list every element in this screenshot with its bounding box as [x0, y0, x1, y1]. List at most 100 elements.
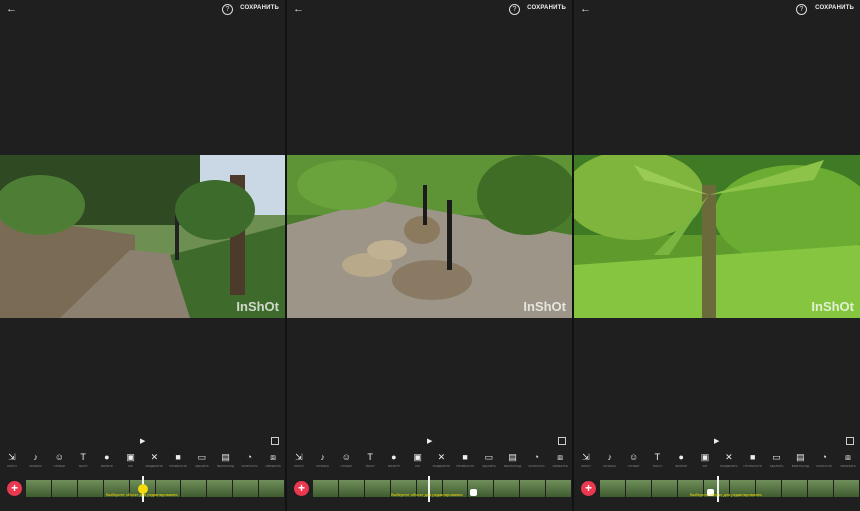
clip-thumbnail[interactable] — [207, 480, 233, 497]
clip-thumbnail[interactable] — [364, 480, 390, 497]
tool-delete[interactable]: ▭ УДАЛИТЬ — [477, 452, 501, 474]
tool-music[interactable]: ♪ МУЗЫКА — [311, 452, 335, 474]
clip-thumbnail[interactable] — [546, 480, 572, 497]
playhead-cursor[interactable] — [717, 476, 719, 502]
tool-split[interactable]: ✕ РАЗДЕЛИТЬ — [143, 452, 167, 474]
clip-thumbnail[interactable] — [313, 480, 338, 497]
clip-thumbnail[interactable] — [600, 480, 625, 497]
split-icon: ✕ — [725, 452, 733, 462]
clip-thumbnail[interactable] — [233, 480, 259, 497]
tool-volume[interactable]: ■ ГРОМКОСТЬ — [166, 452, 190, 474]
clip-thumbnail[interactable] — [494, 480, 520, 497]
fullscreen-icon[interactable] — [558, 437, 566, 445]
play-icon[interactable]: ▶ — [427, 437, 432, 445]
toolbar: ⇲ ХОЛСТ ♪ МУЗЫКА ☺ СТИКЕР T ТЕКСТ ● ФИЛЬТР ▣ P… — [0, 452, 285, 474]
pip-icon: ▣ — [700, 452, 710, 462]
clip-thumbnail[interactable] — [51, 480, 77, 497]
tool-text[interactable]: T ТЕКСТ — [358, 452, 382, 474]
back-arrow-icon[interactable]: ← — [293, 3, 304, 15]
tool-crop[interactable]: ⧈ ОБРЕЗАТЬ — [261, 452, 285, 474]
tool-background[interactable]: ▤ БЕКГРАУНД — [501, 452, 525, 474]
tool-crop[interactable]: ⧈ ОБРЕЗАТЬ — [548, 452, 572, 474]
tool-sticker[interactable]: ☺ СТИКЕР — [622, 452, 646, 474]
play-icon[interactable]: ▶ — [140, 437, 145, 445]
tool-filter[interactable]: ● ФИЛЬТР — [382, 452, 406, 474]
add-clip-button[interactable]: + — [581, 481, 596, 496]
timeline-hint: Выберите объект для редактирования — [690, 492, 762, 497]
clip-thumbnail[interactable] — [834, 480, 859, 497]
help-icon[interactable]: ? — [509, 4, 520, 15]
tool-music[interactable]: ♪ МУЗЫКА — [24, 452, 48, 474]
tool-volume[interactable]: ■ ГРОМКОСТЬ — [741, 452, 765, 474]
editor-screen-1: ← ? СОХРАНИТЬ InShOt ▶ ⇲ ХОЛСТ ♪ МУЗЫКА ☺ С… — [0, 0, 285, 511]
tool-split[interactable]: ✕ РАЗДЕЛИТЬ — [430, 452, 454, 474]
clip-thumbnail[interactable] — [782, 480, 807, 497]
help-icon[interactable]: ? — [222, 4, 233, 15]
timeline[interactable]: + Выберите объект для редактирования — [0, 476, 285, 502]
tool-speed[interactable]: ◔ СКОРОСТЬ — [525, 452, 549, 474]
background-icon: ▤ — [221, 452, 230, 462]
clip-thumbnail[interactable] — [626, 480, 651, 497]
preview-frame-garden-path — [0, 155, 285, 318]
speed-icon: ◔ — [246, 452, 253, 462]
tool-crop[interactable]: ⧈ ОБРЕЗАТЬ — [836, 452, 860, 474]
timeline[interactable]: + Выберите объект для редактирования — [287, 476, 572, 502]
clip-thumbnail[interactable] — [808, 480, 833, 497]
tool-pip[interactable]: ▣ PIP — [406, 452, 430, 474]
fullscreen-icon[interactable] — [271, 437, 279, 445]
background-icon: ▤ — [796, 452, 805, 462]
save-button[interactable]: СОХРАНИТЬ — [527, 5, 566, 11]
tool-volume[interactable]: ■ ГРОМКОСТЬ — [453, 452, 477, 474]
tool-speed[interactable]: ◔ СКОРОСТЬ — [238, 452, 262, 474]
music-icon: ♪ — [320, 452, 325, 462]
tool-speed[interactable]: ◔ СКОРОСТЬ — [812, 452, 836, 474]
background-icon: ▤ — [508, 452, 517, 462]
watermark: InShOt — [236, 299, 279, 314]
add-clip-button[interactable]: + — [294, 481, 309, 496]
clip-thumbnail[interactable] — [338, 480, 364, 497]
pip-icon: ▣ — [413, 452, 422, 462]
back-arrow-icon[interactable]: ← — [580, 3, 591, 15]
clip-thumbnail[interactable] — [259, 480, 285, 497]
tool-sticker[interactable]: ☺ СТИКЕР — [335, 452, 359, 474]
preview-frame-geese — [287, 155, 572, 318]
volume-icon: ■ — [462, 452, 468, 462]
back-arrow-icon[interactable]: ← — [6, 3, 17, 15]
tool-delete[interactable]: ▭ УДАЛИТЬ — [765, 452, 789, 474]
fullscreen-icon[interactable] — [846, 437, 854, 445]
timeline[interactable]: + Выберите объект для редактирования — [574, 476, 860, 502]
tool-pip[interactable]: ▣ PIP — [119, 452, 143, 474]
tool-text[interactable]: T ТЕКСТ — [645, 452, 669, 474]
watermark: InShOt — [811, 299, 854, 314]
text-icon: T — [80, 452, 86, 462]
play-icon[interactable]: ▶ — [714, 437, 719, 445]
tool-canvas[interactable]: ⇲ ХОЛСТ — [0, 452, 24, 474]
clip-thumbnail[interactable] — [181, 480, 207, 497]
preview-frame-palm — [574, 155, 860, 318]
music-icon: ♪ — [607, 452, 612, 462]
tool-canvas[interactable]: ⇲ ХОЛСТ — [287, 452, 311, 474]
save-button[interactable]: СОХРАНИТЬ — [815, 5, 854, 11]
tool-text[interactable]: T ТЕКСТ — [71, 452, 95, 474]
save-button[interactable]: СОХРАНИТЬ — [240, 5, 279, 11]
clip-thumbnail[interactable] — [26, 480, 51, 497]
top-bar: ← ? СОХРАНИТЬ — [0, 0, 285, 20]
clip-thumbnail[interactable] — [520, 480, 546, 497]
help-icon[interactable]: ? — [796, 4, 807, 15]
delete-icon: ▭ — [484, 452, 494, 462]
tool-canvas[interactable]: ⇲ ХОЛСТ — [574, 452, 598, 474]
transition-icon[interactable] — [470, 489, 477, 496]
playhead-cursor[interactable] — [428, 476, 430, 502]
tool-split[interactable]: ✕ РАЗДЕЛИТЬ — [717, 452, 741, 474]
clip-thumbnail[interactable] — [77, 480, 103, 497]
tool-filter[interactable]: ● ФИЛЬТР — [95, 452, 119, 474]
add-clip-button[interactable]: + — [7, 481, 22, 496]
tool-filter[interactable]: ● ФИЛЬТР — [669, 452, 693, 474]
tool-sticker[interactable]: ☺ СТИКЕР — [48, 452, 72, 474]
tool-music[interactable]: ♪ МУЗЫКА — [598, 452, 622, 474]
tool-background[interactable]: ▤ БЕКГРАУНД — [788, 452, 812, 474]
tool-background[interactable]: ▤ БЕКГРАУНД — [214, 452, 238, 474]
tool-pip[interactable]: ▣ PIP — [693, 452, 717, 474]
clip-thumbnail[interactable] — [652, 480, 677, 497]
tool-delete[interactable]: ▭ УДАЛИТЬ — [190, 452, 214, 474]
